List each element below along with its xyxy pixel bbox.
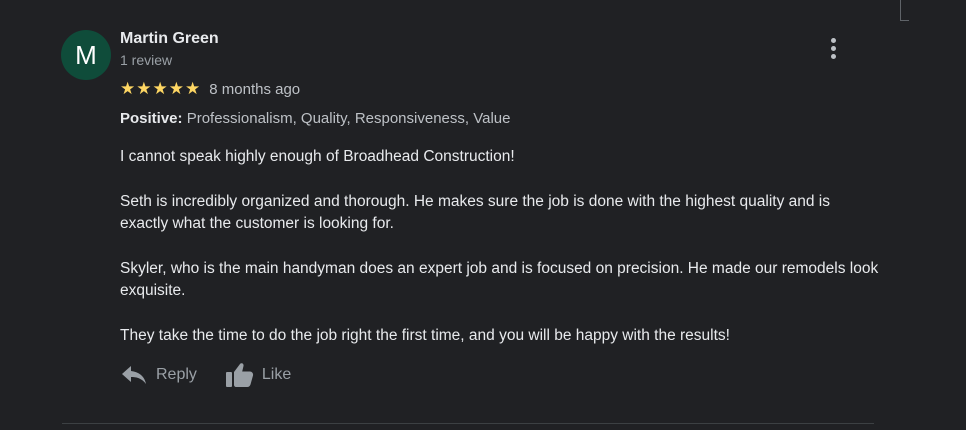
review-paragraph: Skyler, who is the main handyman does an…	[120, 260, 879, 299]
star-icon: ★	[152, 79, 168, 98]
more-vert-icon	[831, 38, 836, 43]
more-options-button[interactable]	[821, 34, 845, 62]
review-paragraph: Seth is incredibly organized and thoroug…	[120, 193, 830, 232]
star-icon: ★	[120, 79, 136, 98]
like-label: Like	[261, 366, 292, 383]
star-icon: ★	[168, 79, 184, 98]
review-paragraph: They take the time to do the job right t…	[120, 327, 730, 344]
review-attributes: Positive: Professionalism, Quality, Resp…	[120, 110, 510, 127]
reply-arrow-icon	[120, 365, 147, 385]
review-date: 8 months ago	[209, 80, 301, 98]
review-text: I cannot speak highly enough of Broadhea…	[120, 146, 880, 370]
more-vert-icon-dot	[831, 54, 836, 59]
star-icon: ★	[136, 79, 152, 98]
review-card: M Martin Green 1 review ★ ★ ★ ★ ★ 8 months a…	[0, 0, 966, 430]
star-icon: ★	[185, 79, 201, 98]
avatar-letter: M	[75, 40, 97, 70]
reply-button[interactable]: Reply	[120, 365, 197, 385]
review-actions: Reply Like	[120, 360, 291, 390]
attributes-value: Professionalism, Quality, Responsiveness…	[186, 110, 511, 127]
review-divider	[62, 423, 874, 424]
review-paragraph: I cannot speak highly enough of Broadhea…	[120, 148, 515, 165]
more-vert-icon-dot	[831, 46, 836, 51]
reply-label: Reply	[156, 366, 197, 383]
author-name[interactable]: Martin Green	[120, 30, 219, 48]
star-rating: ★ ★ ★ ★ ★	[120, 79, 200, 99]
panel-edge-divider	[900, 0, 909, 21]
author-review-count: 1 review	[120, 52, 173, 68]
thumbs-up-icon	[225, 362, 254, 388]
attributes-label: Positive:	[120, 110, 183, 127]
avatar[interactable]: M	[61, 30, 111, 80]
rating-row: ★ ★ ★ ★ ★ 8 months ago	[120, 79, 300, 99]
like-button[interactable]: Like	[225, 362, 291, 388]
